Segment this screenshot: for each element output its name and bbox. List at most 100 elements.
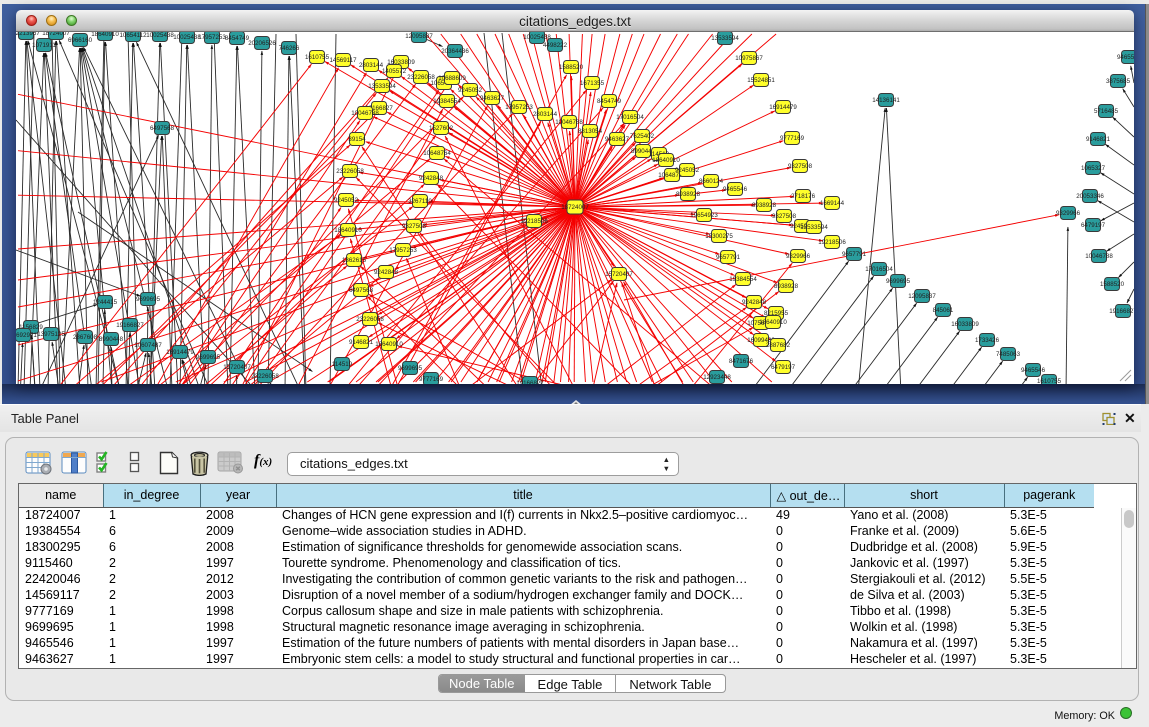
svg-text:10046788: 10046788: [555, 119, 583, 126]
svg-text:1362615: 1362615: [342, 257, 367, 264]
svg-text:4498222: 4498222: [543, 42, 568, 49]
svg-text:9329966: 9329966: [786, 253, 811, 260]
svg-text:2887682: 2887682: [766, 342, 791, 349]
svg-text:114519: 114519: [332, 361, 353, 368]
svg-text:9463627: 9463627: [480, 95, 505, 102]
svg-text:7625402: 7625402: [630, 133, 655, 140]
svg-text:18640910: 18640910: [652, 157, 680, 164]
svg-text:10025438: 10025438: [173, 34, 201, 41]
svg-text:15524851: 15524851: [747, 77, 775, 84]
svg-text:13533594: 13533594: [711, 35, 739, 42]
svg-text:9242848: 9242848: [742, 299, 767, 306]
svg-text:10046788: 10046788: [351, 110, 379, 117]
svg-text:17016504: 17016504: [616, 114, 644, 121]
svg-text:9699695: 9699695: [398, 365, 423, 372]
svg-text:6479197: 6479197: [1081, 222, 1106, 229]
svg-text:9327508: 9327508: [772, 213, 797, 220]
svg-text:8813054: 8813054: [578, 128, 603, 135]
svg-text:17957253: 17957253: [389, 247, 417, 254]
svg-text:15720407: 15720407: [223, 364, 251, 371]
svg-text:9327508: 9327508: [402, 223, 427, 230]
svg-text:39154: 39154: [348, 136, 366, 143]
svg-text:9777169: 9777169: [419, 376, 444, 383]
svg-text:6497568: 6497568: [349, 287, 374, 294]
svg-text:1588520: 1588520: [1100, 281, 1125, 288]
svg-text:23226058: 23226058: [251, 373, 279, 380]
svg-text:10607487: 10607487: [134, 342, 162, 349]
svg-text:18640910: 18640910: [759, 319, 787, 326]
svg-text:13533594: 13533594: [368, 83, 396, 90]
svg-text:3875685: 3875685: [1106, 78, 1131, 85]
svg-text:19384554: 19384554: [729, 276, 757, 283]
svg-text:10648764: 10648764: [423, 150, 451, 157]
svg-text:10975867: 10975867: [735, 55, 763, 62]
svg-text:18640910: 18640910: [375, 341, 403, 348]
svg-text:1527602: 1527602: [429, 125, 454, 132]
svg-text:3267110: 3267110: [408, 198, 432, 205]
svg-text:13975125: 13975125: [37, 331, 65, 338]
svg-text:9465546: 9465546: [1021, 367, 1046, 374]
svg-text:10025438: 10025438: [146, 32, 174, 39]
svg-text:20053346: 20053346: [1076, 193, 1104, 200]
svg-text:1588520: 1588520: [559, 64, 584, 71]
svg-text:9465546: 9465546: [723, 186, 748, 193]
svg-text:18724007: 18724007: [561, 204, 589, 211]
svg-text:1610755: 1610755: [305, 54, 330, 61]
svg-text:8454749: 8454749: [225, 35, 250, 42]
svg-text:2803144: 2803144: [533, 111, 558, 118]
svg-text:10654112: 10654112: [119, 32, 147, 39]
svg-text:9465546: 9465546: [1117, 54, 1134, 61]
svg-text:20206526: 20206526: [248, 40, 276, 47]
svg-text:8990448: 8990448: [99, 336, 124, 343]
svg-text:12213967: 12213967: [16, 32, 40, 37]
svg-text:6479197: 6479197: [771, 364, 796, 371]
svg-text:15720407: 15720407: [605, 271, 633, 278]
svg-text:17957253: 17957253: [505, 104, 533, 111]
svg-text:9777169: 9777169: [780, 135, 805, 142]
svg-text:17957253: 17957253: [198, 34, 226, 41]
svg-text:16033809: 16033809: [951, 321, 979, 328]
svg-text:845061: 845061: [933, 307, 954, 314]
svg-text:17016504: 17016504: [865, 266, 893, 273]
svg-text:15692971: 15692971: [16, 332, 37, 339]
svg-text:13533594: 13533594: [800, 224, 828, 231]
svg-text:8471676: 8471676: [729, 358, 754, 365]
svg-text:9242848: 9242848: [419, 175, 444, 182]
svg-text:9242848: 9242848: [374, 269, 399, 276]
svg-text:1671355: 1671355: [580, 80, 605, 87]
svg-text:10688609: 10688609: [438, 75, 466, 82]
svg-text:12095837: 12095837: [405, 33, 433, 40]
svg-text:9146821: 9146821: [1086, 136, 1111, 143]
svg-text:23226058: 23226058: [336, 168, 364, 175]
svg-text:8938928: 8938928: [774, 283, 799, 290]
svg-text:1733426: 1733426: [975, 337, 1000, 344]
svg-text:19384554: 19384554: [433, 98, 461, 105]
svg-text:746266: 746266: [279, 45, 300, 52]
svg-text:9245052: 9245052: [334, 197, 359, 204]
svg-text:1405572: 1405572: [382, 68, 407, 75]
svg-text:18724007: 18724007: [42, 32, 70, 37]
svg-text:9329966: 9329966: [1056, 210, 1081, 217]
svg-text:2718176: 2718176: [791, 193, 816, 200]
svg-text:9699695: 9699695: [196, 354, 221, 361]
svg-text:19218506: 19218506: [520, 218, 548, 225]
svg-text:1610755: 1610755: [1037, 378, 1062, 384]
svg-text:10025438: 10025438: [523, 34, 551, 41]
svg-text:9657791: 9657791: [842, 251, 867, 258]
svg-text:9657791: 9657791: [716, 254, 741, 261]
svg-text:8454749: 8454749: [597, 98, 622, 105]
svg-text:16914479: 16914479: [769, 104, 797, 111]
svg-text:16914479: 16914479: [166, 349, 194, 356]
svg-text:14136141: 14136141: [872, 97, 900, 104]
svg-text:9699695: 9699695: [886, 278, 911, 285]
svg-text:9463627: 9463627: [605, 136, 630, 143]
svg-text:6497568: 6497568: [150, 125, 175, 132]
svg-text:5716485: 5716485: [1094, 108, 1119, 115]
svg-text:23226058: 23226058: [356, 316, 384, 323]
svg-text:7485063: 7485063: [996, 351, 1021, 358]
svg-text:8938928: 8938928: [676, 191, 701, 198]
svg-text:19166827: 19166827: [1109, 308, 1134, 315]
svg-text:2867608: 2867608: [73, 334, 98, 341]
svg-text:1244415: 1244415: [93, 299, 118, 306]
svg-text:18640910: 18640910: [334, 227, 362, 234]
